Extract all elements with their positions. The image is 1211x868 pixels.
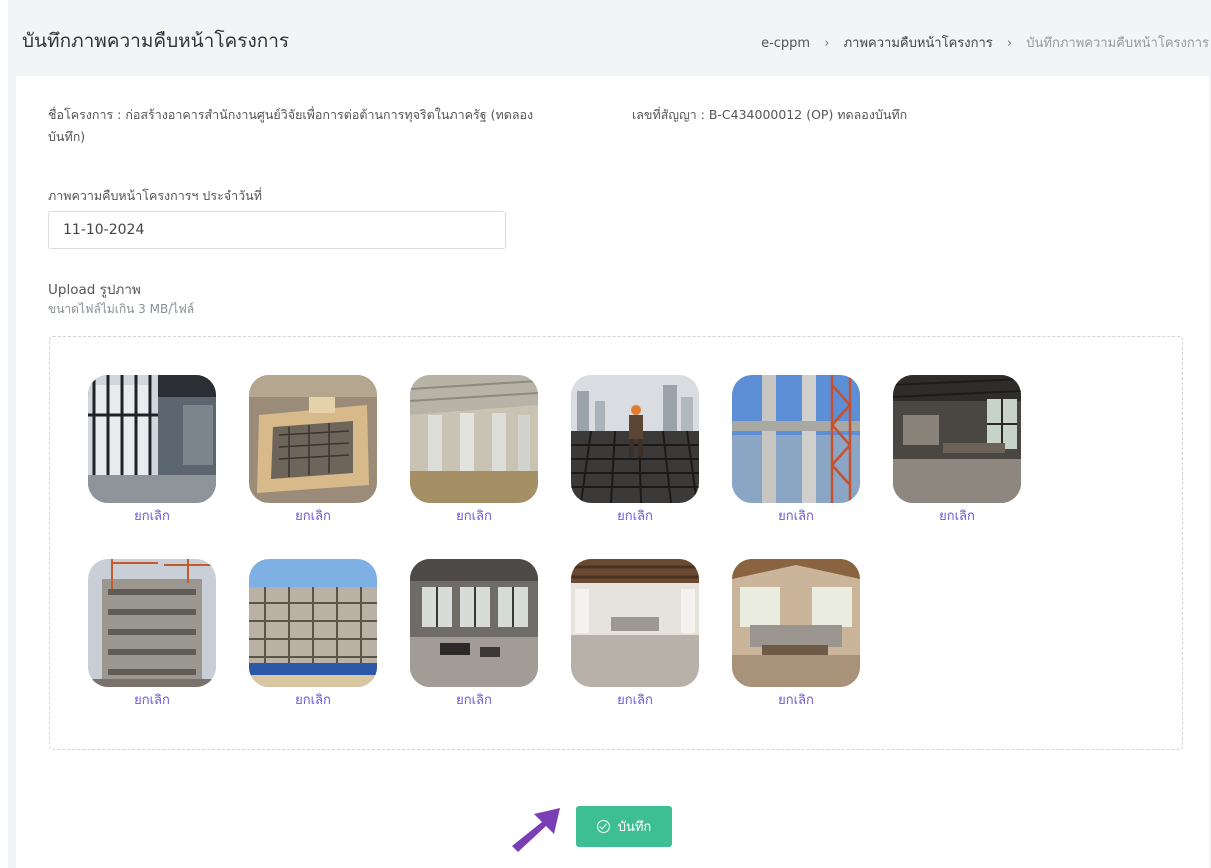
- save-button-label: บันทึก: [617, 820, 652, 835]
- cancel-image-button[interactable]: ยกเลิก: [249, 689, 377, 710]
- image-thumbnail: ยกเลิก: [410, 375, 538, 525]
- rebar-worker-image: [571, 375, 699, 503]
- chevron-right-icon: ›: [1006, 36, 1013, 51]
- cancel-image-button[interactable]: ยกเลิก: [732, 505, 860, 526]
- breadcrumb-home[interactable]: e-cppm: [761, 36, 810, 51]
- image-thumbnail: ยกเลิก: [88, 559, 216, 709]
- high-rise-construction-image: [88, 559, 216, 687]
- image-thumbnail: ยกเลิก: [410, 559, 538, 709]
- image-thumbnail: ยกเลิก: [249, 375, 377, 525]
- date-label: ภาพความคืบหน้าโครงการฯ ประจำวันที่: [48, 188, 262, 203]
- breadcrumb-progress[interactable]: ภาพความคืบหน้าโครงการ: [844, 36, 993, 51]
- scaffolded-building-image: [249, 559, 377, 687]
- cancel-image-button[interactable]: ยกเลิก: [571, 505, 699, 526]
- project-name: ชื่อโครงการ : ก่อสร้างอาคารสำนักงานศูนย์…: [48, 104, 608, 148]
- image-thumbnail: ยกเลิก: [732, 559, 860, 709]
- empty-living-room-image: [571, 559, 699, 687]
- upload-hint: ขนาดไฟล์ไม่เกิน 3 MB/ไฟล์: [48, 302, 195, 316]
- project-name-line1: ชื่อโครงการ : ก่อสร้างอาคารสำนักงานศูนย์…: [48, 107, 534, 122]
- cancel-image-button[interactable]: ยกเลิก: [410, 689, 538, 710]
- check-circle-icon: [596, 820, 610, 833]
- page-title: บันทึกภาพความคืบหน้าโครงการ: [22, 30, 290, 52]
- contract-number: เลขที่สัญญา : B-C434000012 (OP) ทดลองบัน…: [632, 107, 908, 122]
- image-thumbnail: ยกเลิก: [571, 375, 699, 525]
- image-thumbnail: ยกเลิก: [249, 559, 377, 709]
- cancel-image-button[interactable]: ยกเลิก: [88, 689, 216, 710]
- breadcrumb: e-cppm › ภาพความคืบหน้าโครงการ › บันทึกภ…: [761, 32, 1209, 53]
- pointer-arrow-icon: [512, 808, 560, 852]
- image-thumbnail: ยกเลิก: [732, 375, 860, 525]
- image-thumbnail: ยกเลิก: [88, 375, 216, 525]
- cancel-image-button[interactable]: ยกเลิก: [410, 505, 538, 526]
- chevron-right-icon: ›: [824, 36, 830, 51]
- save-button[interactable]: บันทึก: [576, 806, 672, 847]
- industrial-loft-lounge-image: [410, 559, 538, 687]
- image-dropzone[interactable]: ยกเลิก ยกเลิก ยกเลิก ยกเลิก ยกเลิก ยกเลิ…: [49, 336, 1183, 750]
- furnished-living-room-image: [732, 559, 860, 687]
- image-thumbnail: ยกเลิก: [571, 559, 699, 709]
- concrete-columns-crane-image: [732, 375, 860, 503]
- form-card: ชื่อโครงการ : ก่อสร้างอาคารสำนักงานศูนย์…: [16, 76, 1209, 868]
- project-name-line2: บันทึก): [48, 129, 86, 144]
- column-structure-image: [410, 375, 538, 503]
- cancel-image-button[interactable]: ยกเลิก: [893, 505, 1021, 526]
- image-thumbnail: ยกเลิก: [893, 375, 1021, 525]
- breadcrumb-current: บันทึกภาพความคืบหน้าโครงการ: [1026, 36, 1209, 51]
- foundation-formwork-image: [249, 375, 377, 503]
- cancel-image-button[interactable]: ยกเลิก: [571, 689, 699, 710]
- glass-lobby-image: [88, 375, 216, 503]
- cancel-image-button[interactable]: ยกเลิก: [732, 689, 860, 710]
- date-input[interactable]: [48, 211, 506, 249]
- cancel-image-button[interactable]: ยกเลิก: [88, 505, 216, 526]
- page-header: บันทึกภาพความคืบหน้าโครงการ e-cppm › ภาพ…: [8, 8, 1211, 70]
- cancel-image-button[interactable]: ยกเลิก: [249, 505, 377, 526]
- industrial-kitchen-image: [893, 375, 1021, 503]
- upload-title: Upload รูปภาพ: [48, 282, 141, 298]
- page-background: บันทึกภาพความคืบหน้าโครงการ e-cppm › ภาพ…: [8, 0, 1211, 868]
